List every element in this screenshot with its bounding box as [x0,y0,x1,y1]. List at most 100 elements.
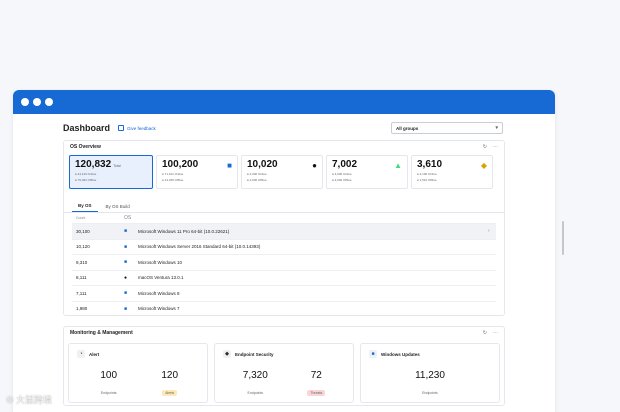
col-os-header: OS [124,215,132,221]
stat-sub: Total [113,164,121,168]
stat-value: 120,832 [75,159,112,170]
bell-icon: ◔ [77,350,85,358]
alerts-badge: Alerts [162,390,178,396]
stat-value: 10,020 [247,159,278,170]
os-overview-header: OS Overview ↻ ⋯ [64,141,504,153]
windows-icon: ■ [124,305,128,312]
endpoint-security-widget[interactable]: ◈ Endpoint Security 7,320 Endpoints 72 T… [214,343,354,403]
watermark-logo-icon: ◎ [6,394,14,404]
stat-value: 7,002 [332,159,358,170]
stat-online: ● 4,000 Online [247,172,267,176]
row-os: macOS Ventura 13.0.1 [138,275,184,281]
stat-offline: ● 3,002 Offline [332,178,352,182]
watermark-text: 大鼠跨境 [15,395,52,405]
stat-offline: ● 76,462 Offline [75,178,97,182]
table-row[interactable]: 1,980 ■ Microsoft Windows 7 [72,300,496,317]
os-stats: 120,832 Total ● 44,123 Online ● 76,462 Of… [64,153,504,191]
row-count: 9,310 [76,259,88,265]
table-row[interactable]: 9,310 ■ Microsoft Windows 10 [72,254,496,270]
stat-online: ● 44,123 Online [75,172,97,176]
row-os: Microsoft Windows 11 Pro 64-bit (10.0.22… [138,228,230,234]
monitoring-title: Monitoring & Management [70,330,133,336]
threats-badge: Threats [307,390,326,396]
col-count-header: Count [76,216,86,220]
chevron-right-icon: › [488,228,490,235]
os-tabs: By OS By OS Build [64,191,504,213]
row-count: 7,111 [76,290,87,296]
feedback-icon [118,125,125,131]
widget-title: Alert [89,351,100,357]
give-feedback-link[interactable]: Give feedback [118,125,156,131]
watermark: ◎ 大鼠跨境 [6,393,52,406]
tab-by-os-build[interactable]: By OS Build [100,204,136,212]
widget-label: Endpoints [247,391,264,395]
stat-value: 100,200 [162,159,199,170]
table-row[interactable]: 7,111 ■ Microsoft Windows 8 [72,285,496,301]
windows-icon: ■ [124,228,128,235]
more-icon[interactable]: ⋯ [493,330,498,336]
page-title: Dashboard [63,123,111,133]
row-count: 30,100 [76,228,90,234]
widget-number: 11,230 [415,370,445,381]
stat-macos[interactable]: 10,020 ● 4,000 Online ● 2,000 Offline ● [241,155,323,189]
table-row[interactable]: 30,100 ■ Microsoft Windows 11 Pro 64-bit… [72,223,496,239]
widget-title: Endpoint Security [235,351,274,357]
groups-select[interactable]: All groups ▾ [391,122,503,134]
os-overview-card: OS Overview ↻ ⋯ 120,832 Total ● 44,123 On… [63,140,505,316]
windows-icon: ■ [369,350,377,358]
more-icon[interactable]: ⋯ [493,144,498,150]
table-row[interactable]: 8,111 ● macOS Ventura 13.0.1 [72,269,496,286]
alert-widget[interactable]: ◔ Alert 100 Endpoints 120 Alerts [68,343,208,403]
stat-total[interactable]: 120,832 Total ● 44,123 Online ● 76,462 Of… [69,155,153,189]
table-scrollbar[interactable] [561,221,564,255]
tab-by-os[interactable]: By OS [72,203,98,212]
page-header: Dashboard Give feedback All groups ▾ [63,120,543,136]
widget-number: 120 [161,370,179,381]
row-count: 10,120 [76,244,90,250]
stat-linux[interactable]: 3,610 ● 2,100 Online ● 1,510 Offline ◆ [411,155,493,189]
windows-icon: ■ [124,290,128,297]
apple-icon: ● [312,161,317,170]
window-dot-icon [33,98,41,106]
widget-label: Endpoints [422,391,438,395]
window-dot-icon [45,98,53,106]
linux-icon: ◆ [480,161,487,170]
window-titlebar [13,90,555,114]
table-header: Count OS [72,213,496,223]
row-count: 8,111 [76,275,87,281]
widget-number: 7,320 [242,370,268,381]
stat-android[interactable]: 7,002 ● 4,000 Online ● 3,002 Offline ▲ [326,155,408,189]
windows-icon: ■ [124,259,128,266]
chevron-down-icon: ▾ [495,125,498,131]
monitoring-card: Monitoring & Management ↻ ⋯ ◔ Alert 100 … [63,326,505,406]
widget-number: 72 [310,370,322,381]
feedback-label: Give feedback [127,125,156,131]
windows-updates-widget[interactable]: ■ Windows Updates 11,230 Endpoints [360,343,500,403]
stat-offline: ● 2,000 Offline [247,178,267,182]
android-icon: ▲ [394,161,402,170]
row-os: Microsoft Windows 7 [138,306,180,312]
widget-title: Windows Updates [381,351,420,357]
row-os: Microsoft Windows 8 [138,290,180,296]
refresh-icon[interactable]: ↻ [483,330,487,336]
windows-icon: ■ [227,161,232,170]
row-os: Microsoft Windows 10 [138,259,183,265]
windows-icon: ■ [124,243,128,250]
stat-offline: ● 13,345 Offline [162,178,184,182]
widget-label: Endpoints [100,391,117,395]
stat-value: 3,610 [417,159,443,170]
stat-online: ● 71,101 Online [162,172,184,176]
monitoring-header: Monitoring & Management ↻ ⋯ [64,327,504,339]
stat-windows[interactable]: 100,200 ● 71,101 Online ● 13,345 Offline… [156,155,238,189]
window-dot-icon [21,98,29,106]
os-table: Count OS 30,100 ■ Microsoft Windows 11 P… [64,213,504,316]
shield-icon: ◈ [223,350,231,358]
stat-offline: ● 1,510 Offline [417,178,437,182]
stat-online: ● 4,000 Online [332,172,352,176]
stat-online: ● 2,100 Online [417,172,437,176]
apple-icon: ● [124,274,128,281]
table-row[interactable]: 10,120 ■ Microsoft Windows Server 2016 S… [72,238,496,255]
app-window: Dashboard Give feedback All groups ▾ OS … [13,90,555,412]
refresh-icon[interactable]: ↻ [483,144,487,150]
groups-select-value: All groups [396,125,419,131]
